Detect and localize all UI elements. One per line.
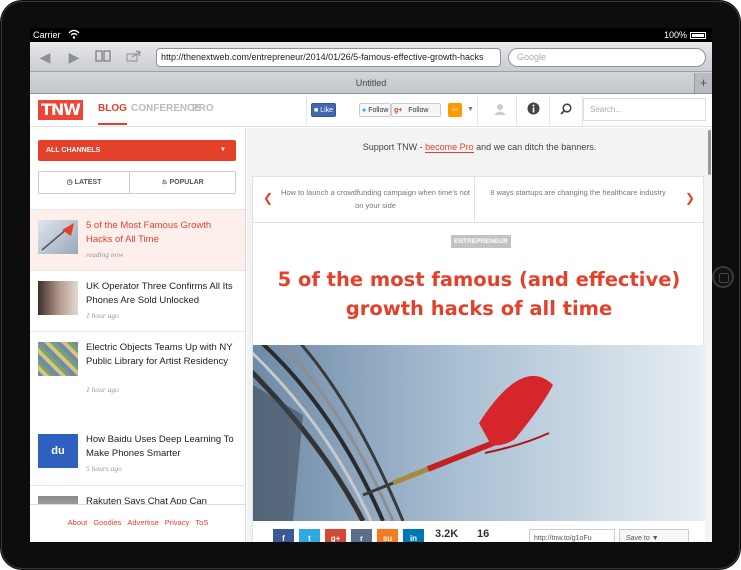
battery-indicator: 100% [664, 28, 706, 42]
list-item-time: reading now [86, 250, 124, 259]
ipad-device: Carrier 100% ◀ ▶ http://thenextweb.com/e… [0, 0, 741, 570]
address-bar[interactable]: http://thenextweb.com/entrepreneur/2014/… [156, 48, 501, 67]
stumbleupon-share-icon[interactable]: su [377, 529, 398, 542]
new-tab-icon[interactable]: + [694, 73, 712, 93]
status-bar: Carrier 100% [30, 28, 712, 42]
scrollbar[interactable] [708, 130, 711, 175]
sort-tabs: ◷ LATEST ♨ POPULAR [38, 171, 236, 194]
nav-conference[interactable]: CONFERENCE [131, 95, 201, 123]
nav-blog[interactable]: BLOG [98, 95, 127, 125]
search-icon[interactable] [550, 95, 583, 127]
forward-icon[interactable]: ▶ [63, 46, 85, 68]
list-item-title: Electric Objects Teams Up with NY Public… [86, 342, 233, 367]
comment-count[interactable]: 16 [477, 528, 489, 540]
gplus-follow-button[interactable]: g+ Follow [391, 103, 441, 117]
browser-search-input[interactable]: Google [508, 48, 706, 67]
tab-popular[interactable]: ♨ POPULAR [130, 172, 235, 193]
list-item-title: UK Operator Three Confirms All Its Phone… [86, 281, 233, 306]
list-item-time: 1 hour ago [86, 311, 119, 320]
facebook-like-button[interactable]: ■ Like [311, 103, 337, 117]
battery-icon [690, 32, 706, 40]
site-search-input[interactable]: Search... [583, 98, 706, 121]
list-item[interactable]: 5 of the Most Famous Growth Hacks of All… [30, 209, 245, 270]
list-item-title: 5 of the Most Famous Growth Hacks of All… [86, 220, 212, 245]
tnw-logo[interactable]: TNW [38, 100, 83, 120]
nav-pro[interactable]: PRO [192, 95, 214, 123]
become-pro-link[interactable]: become Pro [425, 142, 474, 153]
save-to-label: Save to [626, 535, 650, 542]
list-item-time: 5 hours ago [86, 464, 122, 473]
back-icon[interactable]: ◀ [34, 46, 56, 68]
linkedin-share-icon[interactable]: in [403, 529, 424, 542]
list-item[interactable]: Electric Objects Teams Up with NY Public… [30, 331, 245, 434]
support-suffix: and we can ditch the banners. [473, 142, 597, 152]
footer-link-privacy[interactable]: Privacy [165, 518, 190, 527]
twitter-icon: ● [362, 107, 367, 114]
list-item-title: How Baidu Uses Deep Learning To Make Pho… [86, 434, 234, 459]
all-channels-dropdown[interactable]: ALL CHANNELS ▼ [38, 140, 236, 161]
list-item-time: 1 hour ago [86, 385, 119, 394]
gplus-share-icon[interactable]: g+ [325, 529, 346, 542]
sidebar-footer: About Goodies Advertise Privacy ToS [30, 504, 245, 542]
footer-link-tos[interactable]: ToS [195, 518, 208, 527]
twitter-follow-button[interactable]: ● Follow [359, 103, 392, 117]
main-content: Support TNW - become Pro and we can ditc… [247, 128, 712, 542]
share-icon[interactable] [123, 46, 145, 68]
share-count: 3.2K [435, 528, 459, 540]
rss-icon[interactable]: ∾ [448, 103, 462, 117]
sidebar: ALL CHANNELS ▼ ◷ LATEST ♨ POPULAR 5 of th… [30, 128, 246, 542]
reddit-share-icon[interactable]: r [351, 529, 372, 542]
channels-label: ALL CHANNELS [46, 147, 101, 154]
thumbnail [38, 281, 78, 315]
twitter-share-icon[interactable]: t [299, 529, 320, 542]
gplus-follow-label: Follow [408, 107, 429, 114]
facebook-share-icon[interactable]: f [273, 529, 294, 542]
battery-percent: 100% [663, 30, 687, 40]
article-headline: 5 of the most famous (and effective) gro… [277, 268, 681, 320]
info-icon[interactable] [517, 95, 550, 127]
gplus-icon: g+ [394, 107, 403, 114]
bookmarks-icon[interactable] [92, 46, 114, 68]
short-url-field[interactable]: http://tnw.to/g1oFu [529, 529, 615, 542]
footer-link-about[interactable]: About [68, 518, 88, 527]
screen: Carrier 100% ◀ ▶ http://thenextweb.com/e… [30, 28, 712, 542]
browser-tabbar: Untitled + [30, 72, 712, 94]
thumbnail [38, 342, 78, 376]
site-header: TNW BLOG CONFERENCE PRO ■ Like ● Follow … [30, 95, 712, 127]
tab-popular-label: POPULAR [169, 179, 204, 186]
flame-icon: ♨ [161, 179, 168, 186]
category-badge[interactable]: ENTREPRENEUR [451, 235, 511, 248]
tab-latest[interactable]: ◷ LATEST [39, 172, 130, 193]
thumbnail: du [38, 434, 78, 468]
browser-toolbar: ◀ ▶ http://thenextweb.com/entrepreneur/2… [30, 42, 712, 72]
related-prev-link[interactable]: How to launch a crowdfunding campaign wh… [277, 177, 475, 223]
chevron-down-icon: ▼ [220, 147, 226, 153]
chevron-left-icon[interactable]: ❮ [263, 191, 273, 205]
footer-link-advertise[interactable]: Advertise [127, 518, 158, 527]
tab-title[interactable]: Untitled [30, 72, 712, 94]
clock-icon: ◷ [66, 179, 73, 186]
social-buttons: ■ Like ● Follow g+ Follow ∾ ▼ [306, 95, 478, 127]
chevron-right-icon[interactable]: ❯ [685, 191, 695, 205]
article-card: ❮ How to launch a crowdfunding campaign … [252, 176, 705, 542]
related-next-link[interactable]: 8 ways startups are changing the healthc… [479, 177, 677, 223]
save-to-button[interactable]: Save to ▼ [619, 529, 689, 542]
carrier-label: Carrier [33, 30, 61, 40]
home-button[interactable] [712, 266, 734, 288]
support-prefix: Support TNW - [362, 142, 426, 152]
user-icon[interactable] [484, 95, 517, 127]
footer-link-goodies[interactable]: Goodies [93, 518, 121, 527]
list-item[interactable]: du How Baidu Uses Deep Learning To Make … [30, 424, 245, 485]
hero-image [253, 345, 705, 521]
related-articles: ❮ How to launch a crowdfunding campaign … [253, 177, 705, 223]
chevron-down-icon[interactable]: ▼ [467, 103, 474, 117]
tab-latest-label: LATEST [74, 179, 102, 186]
list-item[interactable]: UK Operator Three Confirms All Its Phone… [30, 270, 245, 331]
like-label: Like [320, 107, 334, 114]
share-bar: f t g+ r su in 3.2K 16 http://tnw.to/g1o… [253, 521, 705, 542]
thumbnail [38, 220, 78, 254]
twitter-follow-label: Follow [368, 107, 389, 114]
support-banner: Support TNW - become Pro and we can ditc… [247, 142, 712, 153]
